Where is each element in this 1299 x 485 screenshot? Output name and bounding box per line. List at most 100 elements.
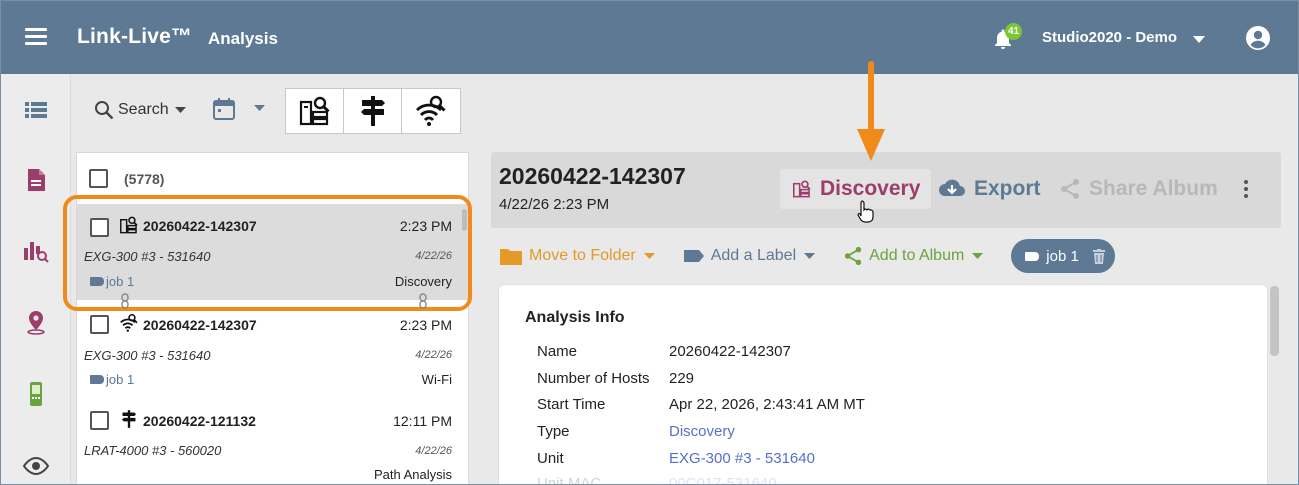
search-icon: [95, 101, 114, 120]
analysis-actions: Move to Folder Add a Label Add to Album …: [499, 239, 1115, 273]
chevron-down-icon: [804, 253, 816, 259]
analysis-title: 20260422-142307: [499, 163, 686, 189]
item-type: Path Analysis: [373, 467, 452, 482]
row-checkbox[interactable]: [90, 411, 109, 430]
info-key: Number of Hosts: [537, 370, 650, 387]
info-value: 229: [669, 370, 695, 387]
search-button[interactable]: Search: [94, 99, 190, 121]
label-tag-icon: [90, 277, 104, 286]
row-checkbox[interactable]: [90, 218, 109, 237]
chevron-down-icon[interactable]: [1193, 36, 1205, 43]
list-scrollbar[interactable]: [462, 209, 467, 231]
list-icon[interactable]: [22, 96, 50, 124]
calendar-icon[interactable]: [212, 97, 236, 121]
info-key: Name: [537, 343, 578, 360]
info-type-link[interactable]: Discovery: [669, 423, 735, 440]
item-unit: EXG-300 #3 - 531640: [84, 348, 211, 363]
info-key: Type: [537, 423, 570, 440]
discovery-icon: [793, 180, 811, 198]
notification-badge: 41: [1005, 23, 1023, 40]
result-count: (5778): [124, 170, 165, 187]
item-date: 4/22/26: [415, 250, 452, 262]
item-label-text: job 1: [106, 372, 135, 387]
signpost-icon: [121, 410, 137, 428]
add-label-button[interactable]: Add a Label: [683, 247, 821, 265]
cloud-download-icon: [939, 179, 965, 196]
item-type: Discovery: [394, 274, 452, 289]
add-to-album-label: Add to Album: [869, 247, 965, 264]
page-section-title: Analysis: [208, 29, 278, 48]
wifi-search-icon: [416, 95, 446, 126]
analysis-datetime: 4/22/26 2:23 PM: [499, 196, 610, 213]
item-date: 4/22/26: [415, 445, 452, 457]
user-account-icon[interactable]: [1245, 25, 1271, 51]
brand-logo: Link-Live™: [77, 25, 193, 48]
list-item[interactable]: 20260422-142307 2:23 PM EXG-300 #3 - 531…: [77, 204, 468, 300]
share-icon: [1061, 179, 1079, 199]
label-chip-text: job 1: [1046, 247, 1079, 265]
discovery-icon: [299, 96, 330, 126]
info-value: Apr 22, 2026, 2:43:41 AM MT: [669, 396, 865, 413]
analysis-detail-header: 20260422-142307 4/22/26 2:23 PM Discover…: [491, 152, 1281, 228]
document-icon[interactable]: [22, 166, 50, 194]
wifi-search-icon: [120, 314, 138, 332]
info-scrollbar[interactable]: [1270, 286, 1279, 356]
item-date: 4/22/26: [415, 349, 452, 361]
device-icon[interactable]: [22, 380, 50, 408]
info-value: 00C017-531640: [669, 475, 777, 485]
analysis-type-filter: [285, 88, 461, 134]
analysis-info-title: Analysis Info: [525, 309, 625, 326]
search-label: Search: [118, 101, 169, 118]
more-options-icon[interactable]: [1244, 180, 1250, 201]
item-time: 12:11 PM: [393, 413, 452, 429]
chevron-down-icon: [643, 253, 655, 259]
item-name: 20260422-121132: [143, 413, 256, 429]
location-pin-icon[interactable]: [22, 308, 50, 336]
item-label: job 1: [90, 274, 134, 289]
info-key: Unit: [537, 450, 564, 467]
share-icon: [844, 246, 862, 266]
label-chip[interactable]: job 1: [1011, 239, 1115, 273]
list-item[interactable]: 20260422-121132 12:11 PM LRAT-4000 #3 - …: [77, 396, 468, 484]
hand-cursor-icon: [857, 200, 874, 223]
app-window: Link-Live™ Analysis 41 Studio2020 - Demo…: [0, 0, 1299, 485]
export-button[interactable]: Export: [938, 177, 1041, 201]
export-button-label: Export: [974, 177, 1041, 200]
list-header: (5778): [89, 169, 164, 188]
item-label-text: job 1: [106, 274, 135, 289]
label-tag-icon: [90, 375, 104, 384]
item-type: Wi-Fi: [421, 372, 452, 387]
link-icon: [121, 293, 129, 309]
signpost-icon: [360, 96, 385, 126]
move-to-folder-button[interactable]: Move to Folder: [499, 246, 661, 266]
link-icon: [419, 293, 427, 309]
add-to-album-button[interactable]: Add to Album: [843, 246, 989, 266]
info-value: 20260422-142307: [669, 343, 791, 360]
eye-icon[interactable]: [22, 452, 50, 480]
label-tag-icon: [1025, 251, 1040, 261]
filter-path-analysis[interactable]: [344, 89, 402, 133]
filter-wifi[interactable]: [402, 89, 460, 133]
select-all-checkbox[interactable]: [89, 169, 108, 188]
share-album-button[interactable]: Share Album: [1059, 177, 1218, 201]
list-item[interactable]: 20260422-142307 2:23 PM EXG-300 #3 - 531…: [77, 300, 468, 396]
item-name: 20260422-142307: [143, 317, 257, 333]
item-name: 20260422-142307: [143, 218, 257, 234]
callout-arrow-icon: [857, 61, 885, 161]
chart-search-icon[interactable]: [22, 236, 50, 264]
top-bar: Link-Live™ Analysis 41 Studio2020 - Demo: [1, 1, 1298, 74]
account-switcher[interactable]: Studio2020 - Demo: [1042, 29, 1177, 46]
info-unit-link[interactable]: EXG-300 #3 - 531640: [669, 450, 815, 467]
add-label-label: Add a Label: [710, 247, 797, 264]
info-key: Start Time: [537, 396, 606, 413]
analysis-list: (5778) 20260422-142307 2:23 PM EXG-300 #…: [76, 152, 469, 484]
discovery-icon: [120, 216, 138, 234]
row-checkbox[interactable]: [90, 315, 109, 334]
chevron-down-icon[interactable]: [254, 105, 265, 111]
discovery-button-label: Discovery: [820, 177, 921, 200]
trash-icon[interactable]: [1092, 248, 1105, 264]
menu-icon[interactable]: [25, 28, 47, 46]
item-unit: LRAT-4000 #3 - 560020: [84, 443, 222, 458]
item-label: job 1: [90, 372, 134, 387]
filter-discovery[interactable]: [286, 89, 344, 133]
